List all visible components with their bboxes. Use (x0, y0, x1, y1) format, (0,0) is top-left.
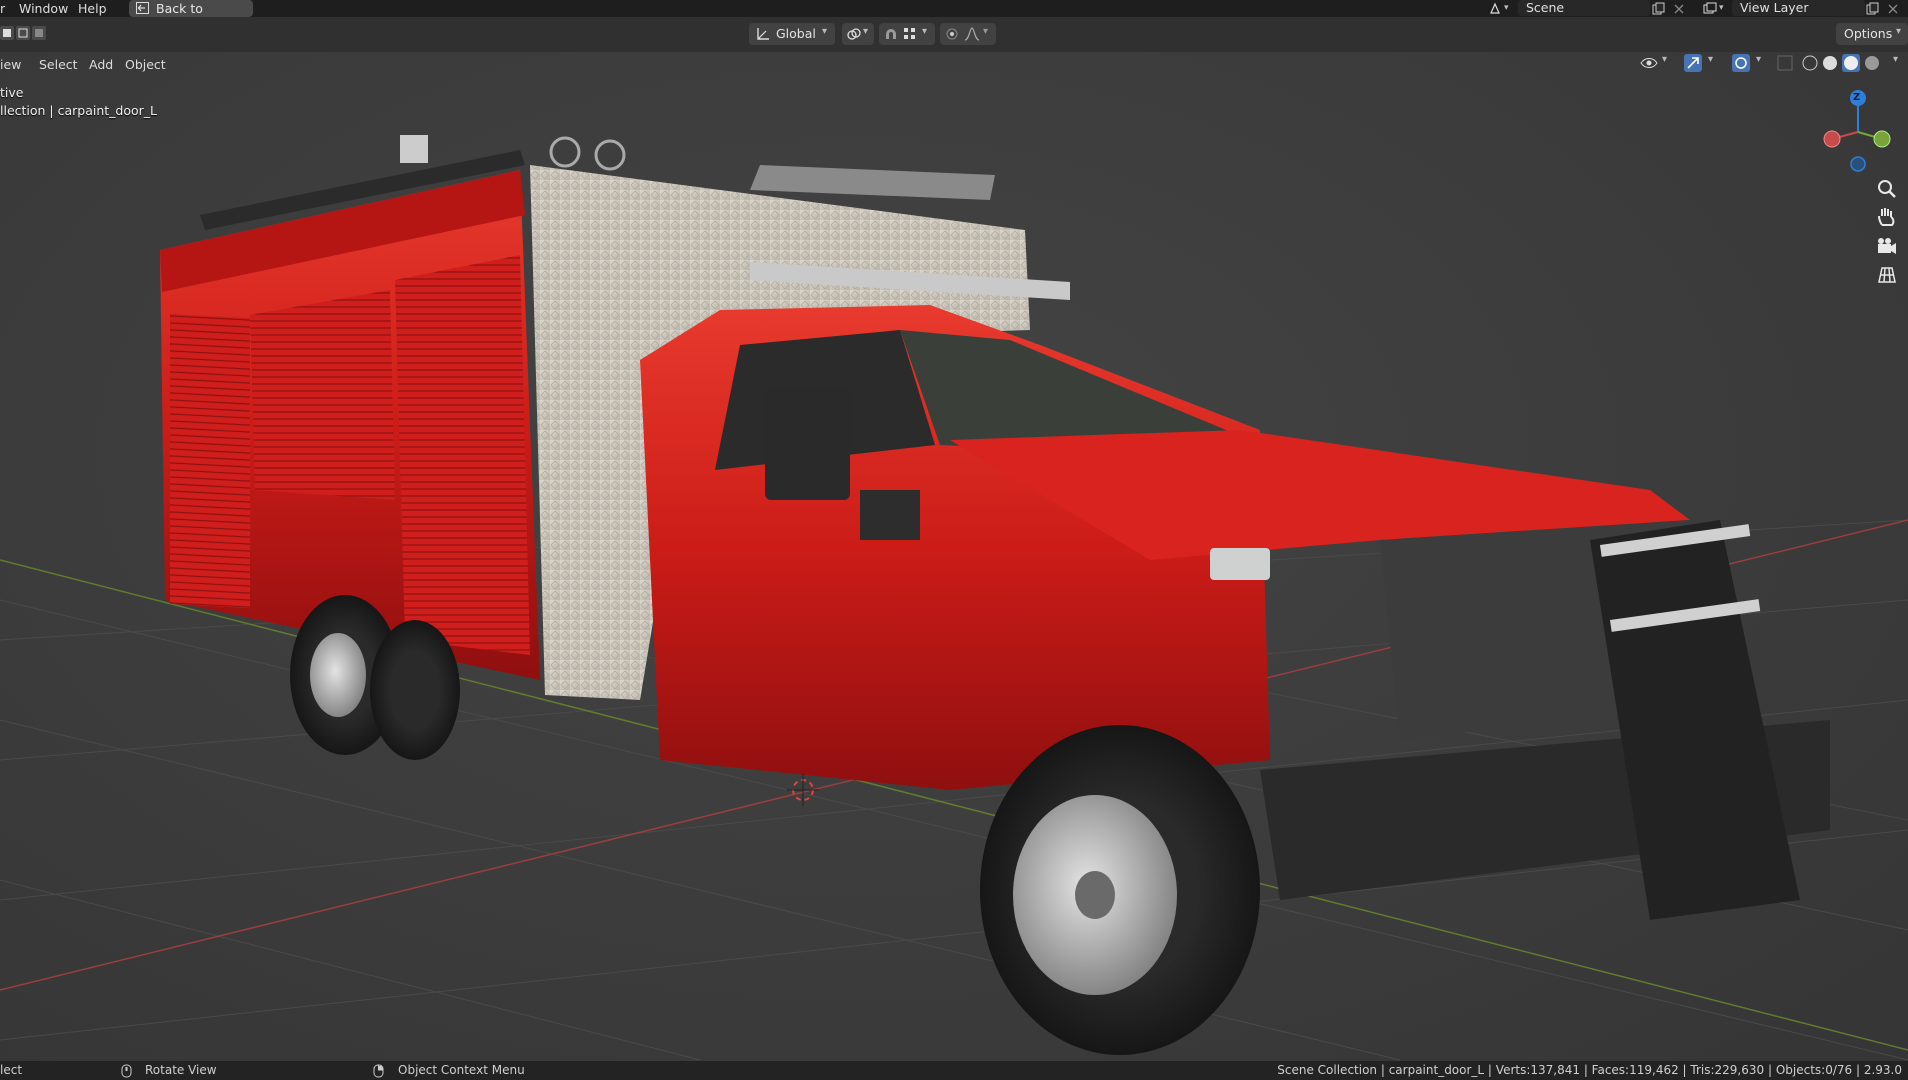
orientation-chevron-icon: ▾ (822, 26, 828, 37)
overlay-chevron-icon[interactable]: ▾ (1756, 54, 1761, 65)
status-select-hint: lect (0, 1063, 23, 1077)
transform-orientation-dropdown[interactable]: Global ▾ (749, 23, 835, 45)
visibility-chevron-icon[interactable]: ▾ (1662, 54, 1667, 65)
back-arrow-icon (136, 2, 149, 14)
snapping-controls[interactable]: ▾ (879, 23, 935, 45)
options-chevron-icon: ▾ (1896, 26, 1902, 37)
snap-chevron-icon: ▾ (922, 26, 928, 37)
falloff-curve-icon (964, 27, 980, 41)
proportional-editing-controls[interactable]: ▾ (940, 23, 996, 45)
select-mode-icons[interactable] (0, 25, 48, 42)
new-scene-icon[interactable] (1652, 2, 1666, 15)
scene-name-field[interactable]: Scene (1518, 0, 1650, 16)
new-view-layer-icon[interactable] (1866, 2, 1880, 15)
shading-chevron-icon[interactable]: ▾ (1893, 54, 1898, 65)
orientation-axes-icon (757, 28, 769, 40)
snap-magnet-icon (886, 29, 896, 39)
zoom-magnifier-icon[interactable] (1873, 175, 1901, 203)
view-layer-dropdown-chevron-icon[interactable]: ▾ (1719, 2, 1733, 15)
view-layer-name-field[interactable]: View Layer (1732, 0, 1865, 16)
viewport-scene (0, 135, 1908, 1061)
menu-select[interactable]: Select (39, 55, 78, 75)
delete-view-layer-icon[interactable] (1886, 2, 1900, 15)
pivot-chevron-icon: ▾ (863, 26, 869, 37)
camera-view-icon[interactable] (1873, 233, 1901, 261)
pivot-point-dropdown[interactable]: ▾ (842, 23, 874, 45)
delete-scene-icon[interactable] (1672, 2, 1686, 15)
proportional-edit-icon (946, 28, 958, 40)
falloff-chevron-icon: ▾ (983, 26, 989, 37)
gizmo-chevron-icon[interactable]: ▾ (1708, 54, 1713, 65)
viewport-display-toolbar[interactable] (1638, 52, 1908, 74)
3d-cursor (787, 774, 819, 806)
back-to-previous-button[interactable]: Back to Previous (129, 0, 253, 33)
view-layer-name-value: View Layer (1740, 0, 1809, 15)
menu-add[interactable]: Add (89, 55, 113, 75)
scene-name-value: Scene (1526, 0, 1565, 15)
status-rotate-view-hint: Rotate View (145, 1063, 217, 1077)
menu-object[interactable]: Object (125, 55, 166, 75)
status-bar: lect Rotate View Object Context Menu Sce… (0, 1061, 1908, 1080)
options-label: Options (1844, 26, 1893, 41)
scene-dropdown-chevron-icon[interactable]: ▾ (1504, 2, 1518, 15)
scene-icon[interactable] (1488, 2, 1502, 15)
top-menu-bar: r Window Help Back to Previous ▾ Scene ▾… (0, 0, 1908, 33)
perspective-grid-icon[interactable] (1873, 261, 1901, 289)
snap-grid-icon (904, 28, 915, 39)
status-context-menu-hint: Object Context Menu (398, 1063, 525, 1077)
transform-orientation-label: Global (776, 26, 816, 41)
gizmo-z-label: Z (1853, 92, 1861, 103)
menu-window[interactable]: Window (19, 0, 68, 17)
view-layer-icon[interactable] (1703, 2, 1717, 15)
fire-truck-model (160, 135, 1830, 1055)
viewport-mode-text: tive (0, 85, 24, 100)
mouse-right-icon (373, 1064, 384, 1078)
menu-view[interactable]: iew (0, 55, 21, 75)
pivot-link-icon (847, 28, 861, 40)
viewport-selection-text: llection | carpaint_door_L (0, 103, 158, 118)
visibility-eye-icon (1640, 58, 1658, 68)
mouse-middle-icon (121, 1064, 132, 1078)
menu-help[interactable]: Help (78, 0, 107, 17)
tool-header: Global ▾ ▾ ▾ ▾ Options ▾ (0, 17, 1908, 52)
menu-render[interactable]: r (0, 0, 5, 17)
3d-viewport[interactable]: tive llection | carpaint_door_L ▾ ▾ ▾ ▾ … (0, 52, 1908, 1061)
options-dropdown[interactable]: Options ▾ (1836, 23, 1908, 45)
scene-statistics: Scene Collection | carpaint_door_L | Ver… (1277, 1063, 1902, 1077)
pan-hand-icon[interactable] (1873, 203, 1901, 231)
